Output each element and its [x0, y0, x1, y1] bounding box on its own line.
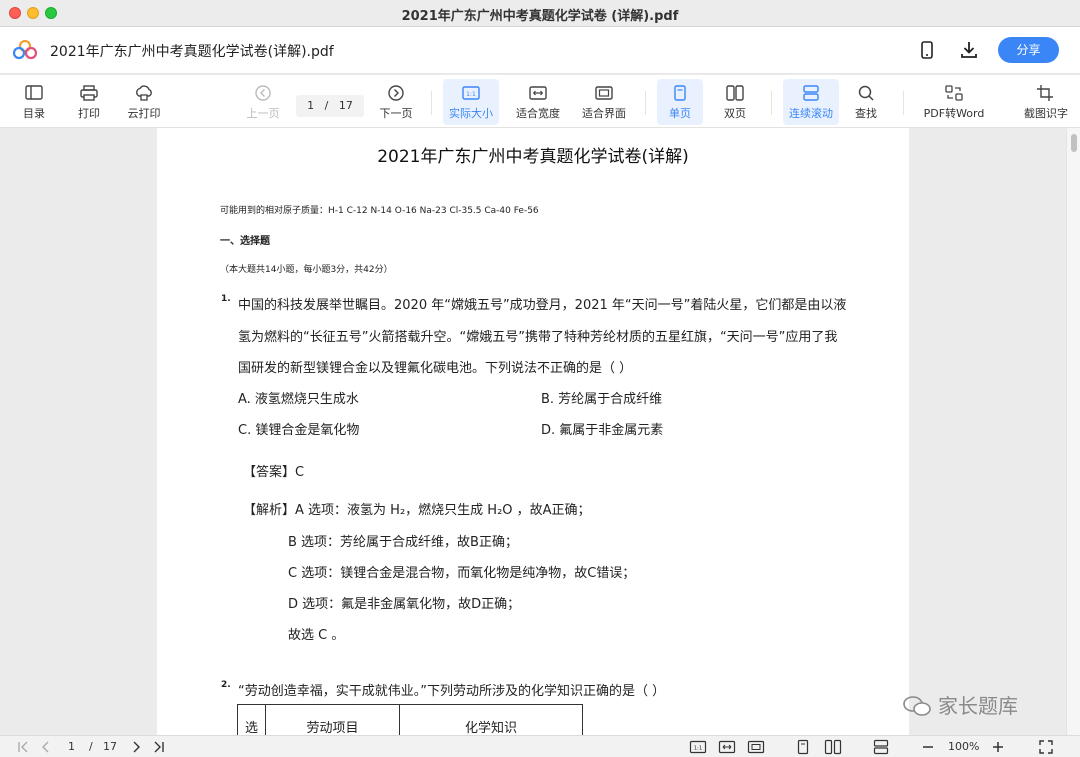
question-number: 1.	[221, 294, 231, 304]
toc-button[interactable]: 目录	[14, 79, 54, 125]
analysis-line: C 选项：镁锂合金是混合物，而氧化物是纯净物，故C错误；	[288, 566, 636, 581]
chevron-left-icon[interactable]	[40, 739, 52, 755]
fit-page-icon	[595, 86, 613, 100]
question-text-line: 中国的科技发展举世瞩目。2020 年“嫦娥五号”成功登月，2021 年“天问一号…	[238, 298, 847, 313]
page-number-input[interactable]: 1 / 17	[296, 95, 364, 117]
find-button[interactable]: 查找	[846, 79, 886, 125]
download-icon[interactable]	[958, 39, 980, 61]
fit-width-small-icon[interactable]	[718, 739, 736, 755]
svg-text:1:1: 1:1	[466, 91, 476, 98]
option-a: A. 液氢燃烧只生成水	[238, 392, 359, 407]
continuous-scroll-small-icon[interactable]	[872, 739, 890, 755]
share-button[interactable]: 分享	[998, 37, 1059, 63]
pdf-to-word-button[interactable]: PDF转Word	[919, 79, 989, 125]
scrollbar-thumb[interactable]	[1071, 134, 1077, 152]
conclusion-line: 故选 C 。	[288, 628, 345, 643]
printer-icon	[80, 85, 98, 101]
print-button[interactable]: 打印	[69, 79, 109, 125]
watermark-text: 家长题库	[938, 694, 1018, 718]
section-note: （本大题共14小题，每小题3分，共42分）	[220, 265, 393, 275]
single-page-small-icon[interactable]	[796, 739, 810, 755]
pdf-page: 2021年广东广州中考真题化学试卷(详解) 可能用到的相对原子质量：H-1 C-…	[157, 128, 909, 735]
bottom-page-sep: /	[89, 740, 93, 753]
crop-icon	[1037, 85, 1053, 101]
fit-width-icon	[529, 86, 547, 100]
toolbar-divider	[645, 91, 646, 115]
fit-page-button[interactable]: 适合界面	[578, 79, 630, 125]
double-page-icon	[726, 85, 744, 101]
table-header-cell: 化学知识	[399, 704, 583, 735]
document-viewport[interactable]: 2021年广东广州中考真题化学试卷(详解) 可能用到的相对原子质量：H-1 C-…	[0, 128, 1080, 735]
atomic-mass-line: 可能用到的相对原子质量：H-1 C-12 N-14 O-16 Na-23 Cl-…	[220, 206, 539, 216]
analysis-label: 【解析】	[243, 503, 296, 518]
actual-size-button[interactable]: 1:1 实际大小	[443, 79, 499, 125]
wechat-icon	[903, 696, 931, 716]
zoom-level[interactable]: 100%	[948, 739, 979, 755]
mobile-icon[interactable]	[916, 39, 938, 61]
toolbar-divider	[903, 91, 904, 115]
option-c: C. 镁锂合金是氧化物	[238, 423, 360, 438]
analysis-line: D 选项：氟是非金属氧化物，故D正确；	[288, 597, 521, 612]
answer-value: C	[295, 465, 305, 480]
chevron-right-icon[interactable]	[130, 739, 142, 755]
cloud-print-button[interactable]: 云打印	[122, 79, 166, 125]
document-title: 2021年广东广州中考真题化学试卷(详解)	[377, 147, 689, 167]
analysis-line: B 选项：芳纶属于合成纤维，故B正确；	[288, 535, 518, 550]
first-page-icon[interactable]	[16, 739, 30, 755]
continuous-scroll-button[interactable]: 连续滚动	[783, 79, 839, 125]
bottom-page-current[interactable]: 1	[68, 739, 75, 755]
title-bar: 2021年广东广州中考真题化学试卷 (详解).pdf	[0, 0, 1080, 27]
fullscreen-icon[interactable]	[1038, 739, 1054, 755]
vertical-scrollbar[interactable]	[1066, 128, 1080, 735]
app-header: 2021年广东广州中考真题化学试卷(详解).pdf 分享	[0, 27, 1080, 74]
option-d: D. 氟属于非金属元素	[541, 423, 664, 438]
actual-size-icon: 1:1	[462, 86, 480, 100]
options-table: 选 劳动项目 化学知识	[237, 704, 583, 735]
zoom-in-icon[interactable]	[991, 739, 1005, 755]
question-text-line: 国研发的新型镁锂合金以及锂氟化碳电池。下列说法不正确的是（ ）	[238, 361, 633, 376]
toc-icon	[25, 85, 43, 100]
question-text-line: 氢为燃料的“长征五号”火箭搭载升空。“嫦娥五号”携带了特种芳纶材质的五星红旗，“…	[238, 330, 838, 345]
fit-width-button[interactable]: 适合宽度	[512, 79, 564, 125]
last-page-icon[interactable]	[152, 739, 166, 755]
svg-text:1:1: 1:1	[694, 746, 703, 752]
analysis-line: 【解析】A 选项：液氢为 H₂，燃烧只生成 H₂O ，故A正确；	[243, 499, 591, 518]
window-title: 2021年广东广州中考真题化学试卷 (详解).pdf	[401, 9, 679, 24]
cloud-print-icon	[136, 85, 152, 101]
section-heading: 一、选择题	[220, 236, 270, 247]
double-page-button[interactable]: 双页	[713, 79, 757, 125]
bottom-bar: 1 / 17 1:1 100%	[0, 735, 1080, 757]
pdf-to-word-icon	[945, 85, 963, 101]
bottom-page-total: 17	[103, 740, 117, 753]
chevron-right-circle-icon	[388, 85, 404, 101]
app-logo-icon	[13, 40, 37, 60]
toolbar: 目录 打印 云打印 上一页 1 / 17 下一页 1:1 实际大小 适合宽度 适…	[0, 75, 1080, 128]
question-text-line: “劳动创造幸福，实干成就伟业。”下列劳动所涉及的化学知识正确的是（ ）	[238, 684, 666, 699]
chevron-left-circle-icon	[255, 85, 271, 101]
single-page-icon	[674, 85, 686, 101]
option-b: B. 芳纶属于合成纤维	[541, 392, 663, 407]
toolbar-divider	[771, 91, 772, 115]
actual-size-small-icon[interactable]: 1:1	[689, 739, 707, 755]
answer-label: 【答案】	[243, 465, 296, 480]
document-name: 2021年广东广州中考真题化学试卷(详解).pdf	[50, 44, 334, 60]
question-number: 2.	[221, 680, 231, 690]
answer-line: 【答案】C	[243, 461, 304, 480]
search-icon	[858, 85, 874, 101]
continuous-scroll-icon	[803, 85, 819, 101]
prev-page-button[interactable]: 上一页	[243, 79, 283, 125]
zoom-out-icon[interactable]	[921, 739, 935, 755]
toolbar-divider	[431, 91, 432, 115]
table-header-cell: 劳动项目	[265, 704, 400, 735]
double-page-small-icon[interactable]	[824, 739, 842, 755]
table-header-cell: 选	[237, 704, 266, 735]
ocr-screenshot-button[interactable]: 截图识字	[1018, 79, 1074, 125]
fit-page-small-icon[interactable]	[747, 739, 765, 755]
analysis-text: A 选项：液氢为 H₂，燃烧只生成 H₂O ，故A正确；	[295, 503, 591, 518]
next-page-button[interactable]: 下一页	[376, 79, 416, 125]
single-page-button[interactable]: 单页	[657, 79, 703, 125]
